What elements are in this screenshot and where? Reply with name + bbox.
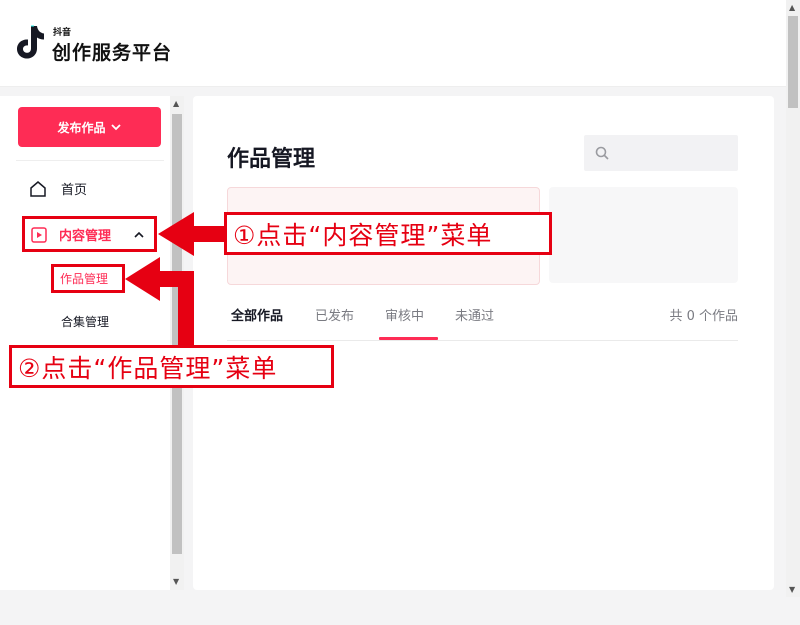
sidebar-item-label: 首页 xyxy=(61,183,88,198)
douyin-logo-icon xyxy=(17,25,44,59)
scroll-up-icon[interactable]: ▲ xyxy=(173,99,179,108)
annotation-step-1: ①点击“内容管理”菜单 xyxy=(224,212,552,255)
scroll-down-icon[interactable]: ▼ xyxy=(173,577,179,586)
works-count: 共 0 个作品 xyxy=(669,309,738,324)
publish-button-label: 发布作品 xyxy=(57,120,106,135)
tabs-divider xyxy=(227,340,738,341)
logo-title: 创作服务平台 xyxy=(52,42,173,64)
page-scrollbar[interactable]: ▲ ▼ xyxy=(786,0,800,597)
sidebar-scrollbar[interactable]: ▲ ▼ xyxy=(170,96,184,590)
page-scroll-thumb[interactable] xyxy=(788,16,798,108)
sidebar xyxy=(0,96,170,590)
logo-small-text: 抖音 xyxy=(53,28,72,38)
annotation-step-2: ②点击“作品管理”菜单 xyxy=(9,345,334,388)
scroll-up-icon[interactable]: ▲ xyxy=(789,3,795,12)
page-title: 作品管理 xyxy=(227,147,316,172)
search-icon xyxy=(595,146,609,160)
top-header: 抖音 创作服务平台 xyxy=(0,0,786,87)
scroll-down-icon[interactable]: ▼ xyxy=(789,585,795,594)
tab-all-works[interactable]: 全部作品 xyxy=(231,305,283,324)
home-icon xyxy=(30,180,46,197)
publish-button[interactable]: 发布作品 xyxy=(18,107,161,147)
highlight-box-content-management xyxy=(22,216,157,252)
search-input[interactable] xyxy=(584,135,738,171)
sidebar-item-collection-management[interactable]: 合集管理 xyxy=(61,313,109,330)
sidebar-scroll-thumb[interactable] xyxy=(172,114,182,554)
sidebar-divider xyxy=(16,160,164,161)
highlight-box-works-management xyxy=(51,264,125,293)
tab-published[interactable]: 已发布 xyxy=(315,305,354,324)
tab-under-review[interactable]: 审核中 xyxy=(385,305,424,324)
banner-card-secondary[interactable] xyxy=(549,187,738,283)
sidebar-item-label: 合集管理 xyxy=(61,315,110,329)
chevron-down-icon xyxy=(110,124,121,131)
tab-rejected[interactable]: 未通过 xyxy=(455,305,494,324)
sidebar-item-home[interactable]: 首页 xyxy=(29,179,87,198)
